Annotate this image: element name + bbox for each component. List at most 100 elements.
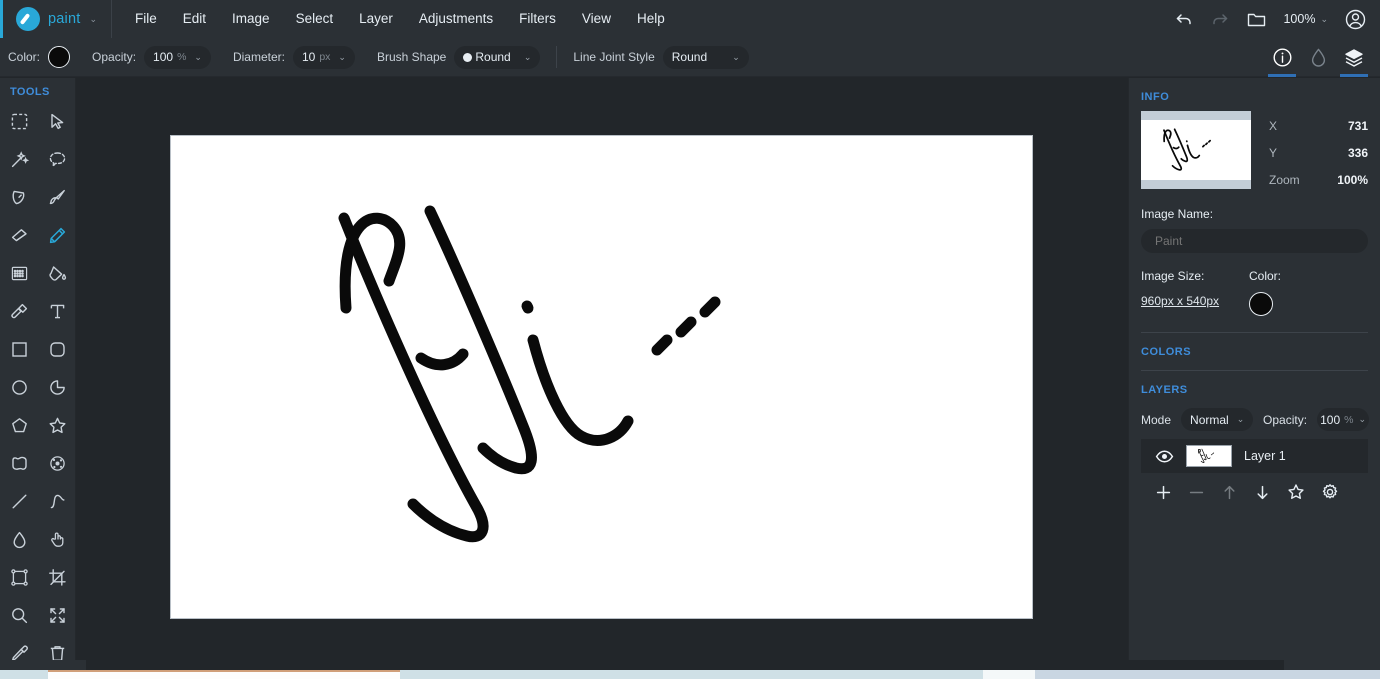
- menu-bar-actions: 100% ⌄: [1169, 0, 1370, 38]
- tool-freeform-shape[interactable]: [0, 444, 38, 482]
- menu-item-image[interactable]: Image: [219, 0, 283, 38]
- arrow-up-icon: [1221, 484, 1238, 501]
- tool-ellipse[interactable]: [0, 368, 38, 406]
- image-preview-thumbnail: [1141, 111, 1251, 189]
- tool-move[interactable]: [38, 102, 76, 140]
- opacity-label: Opacity:: [92, 50, 136, 64]
- tool-rectangle[interactable]: [0, 330, 38, 368]
- menu-item-adjustments[interactable]: Adjustments: [406, 0, 506, 38]
- color-label: Color:: [8, 50, 40, 64]
- color-swatch-button[interactable]: [48, 46, 70, 68]
- zoom-level-control[interactable]: 100% ⌄: [1277, 12, 1334, 26]
- line-joint-style-dropdown[interactable]: Round ⌄: [663, 46, 749, 69]
- undo-arrow-icon[interactable]: [1169, 4, 1199, 34]
- image-name-label: Image Name:: [1141, 207, 1368, 221]
- tool-lasso-select[interactable]: [38, 140, 76, 178]
- star-icon[interactable]: [1287, 483, 1305, 501]
- tool-gradient[interactable]: [0, 254, 38, 292]
- tool-hand-pointer[interactable]: [38, 520, 76, 558]
- plus-icon[interactable]: [1155, 484, 1172, 501]
- tool-pen[interactable]: [0, 178, 38, 216]
- menu-item-edit[interactable]: Edit: [170, 0, 219, 38]
- brush-shape-dropdown[interactable]: Round ⌄: [454, 46, 540, 69]
- tool-pentagon[interactable]: [0, 406, 38, 444]
- layers-section-title: LAYERS: [1141, 371, 1368, 404]
- redo-arrow-icon[interactable]: [1205, 4, 1235, 34]
- layer-opacity-unit: %: [1344, 414, 1353, 426]
- image-size-value[interactable]: 960px x 540px: [1141, 294, 1219, 308]
- diameter-input[interactable]: 10 px ⌄: [293, 46, 355, 69]
- diameter-label: Diameter:: [233, 50, 285, 64]
- tool-rounded-rectangle[interactable]: [38, 330, 76, 368]
- tool-transform[interactable]: [0, 558, 38, 596]
- tool-crop[interactable]: [38, 558, 76, 596]
- menu-item-filters[interactable]: Filters: [506, 0, 569, 38]
- minus-icon: [1188, 484, 1205, 501]
- tool-pie-slice[interactable]: [38, 368, 76, 406]
- tool-paintbrush[interactable]: [38, 178, 76, 216]
- bottom-bar: [0, 660, 1380, 670]
- options-divider: [556, 46, 557, 68]
- user-account-icon[interactable]: [1340, 4, 1370, 34]
- chevron-down-icon[interactable]: ⌄: [89, 14, 97, 25]
- tool-star[interactable]: [38, 406, 76, 444]
- chevron-down-icon: ⌄: [338, 52, 346, 63]
- chevron-down-icon: ⌄: [1237, 414, 1245, 425]
- layer-mode-value: Normal: [1190, 413, 1229, 427]
- chevron-down-icon: ⌄: [1358, 414, 1366, 425]
- tool-magic-wand[interactable]: [0, 140, 38, 178]
- opacity-input[interactable]: 100 % ⌄: [144, 46, 211, 69]
- drawing-canvas[interactable]: [170, 135, 1033, 619]
- tab-layers[interactable]: [1336, 38, 1372, 77]
- tool-curve[interactable]: [38, 482, 76, 520]
- info-x: X 731: [1269, 119, 1368, 133]
- canvas-artwork: [171, 136, 1032, 618]
- arrow-down-icon[interactable]: [1254, 484, 1271, 501]
- gear-icon[interactable]: [1321, 483, 1339, 501]
- layer-mode-dropdown[interactable]: Normal ⌄: [1181, 408, 1253, 431]
- strip-segment: [1035, 670, 1380, 679]
- brush-shape-value: Round: [475, 50, 510, 64]
- tool-text[interactable]: [38, 292, 76, 330]
- info-x-value: 731: [1348, 119, 1368, 133]
- tool-zoom[interactable]: [0, 596, 38, 634]
- panel-color-swatch[interactable]: [1249, 292, 1273, 316]
- layer-opacity-label: Opacity:: [1263, 413, 1307, 427]
- tools-grid: [0, 102, 75, 672]
- tab-colors[interactable]: [1300, 38, 1336, 77]
- menu-item-file[interactable]: File: [122, 0, 170, 38]
- tool-rectangle-select[interactable]: [0, 102, 38, 140]
- round-brush-icon: [463, 53, 472, 62]
- eye-icon[interactable]: [1155, 447, 1174, 466]
- menu-item-help[interactable]: Help: [624, 0, 678, 38]
- layer-opacity-input[interactable]: 100 % ⌄: [1317, 408, 1369, 431]
- tool-sphere[interactable]: [38, 444, 76, 482]
- strip-segment: [400, 670, 983, 679]
- tool-water-drop[interactable]: [0, 520, 38, 558]
- tool-pencil[interactable]: [38, 216, 76, 254]
- menu-item-layer[interactable]: Layer: [346, 0, 406, 38]
- tool-eraser[interactable]: [0, 216, 38, 254]
- app-brand[interactable]: paint ⌄: [0, 0, 112, 38]
- image-name-input[interactable]: [1141, 229, 1368, 253]
- menu-item-view[interactable]: View: [569, 0, 624, 38]
- info-section: X 731 Y 336 Zoom 100%: [1141, 111, 1368, 189]
- tool-line[interactable]: [0, 482, 38, 520]
- menu-item-select[interactable]: Select: [283, 0, 347, 38]
- panel-tabs: [1264, 38, 1372, 77]
- layer-opacity-value: 100: [1320, 413, 1340, 427]
- tool-fit-screen[interactable]: [38, 596, 76, 634]
- tool-clone-stamp[interactable]: [0, 292, 38, 330]
- chevron-down-icon: ⌄: [194, 52, 202, 63]
- layer-row[interactable]: Layer 1: [1141, 439, 1368, 473]
- tool-paint-bucket[interactable]: [38, 254, 76, 292]
- line-joint-style-label: Line Joint Style: [573, 50, 654, 64]
- layer-mode-label: Mode: [1141, 413, 1171, 427]
- folder-icon[interactable]: [1241, 4, 1271, 34]
- tab-info[interactable]: [1264, 38, 1300, 77]
- tab-active-underline: [1268, 74, 1296, 77]
- bottom-edge-strip: [0, 670, 1380, 679]
- zoom-level-value: 100%: [1283, 12, 1315, 26]
- opacity-unit: %: [177, 51, 186, 63]
- tools-title: TOOLS: [0, 78, 75, 102]
